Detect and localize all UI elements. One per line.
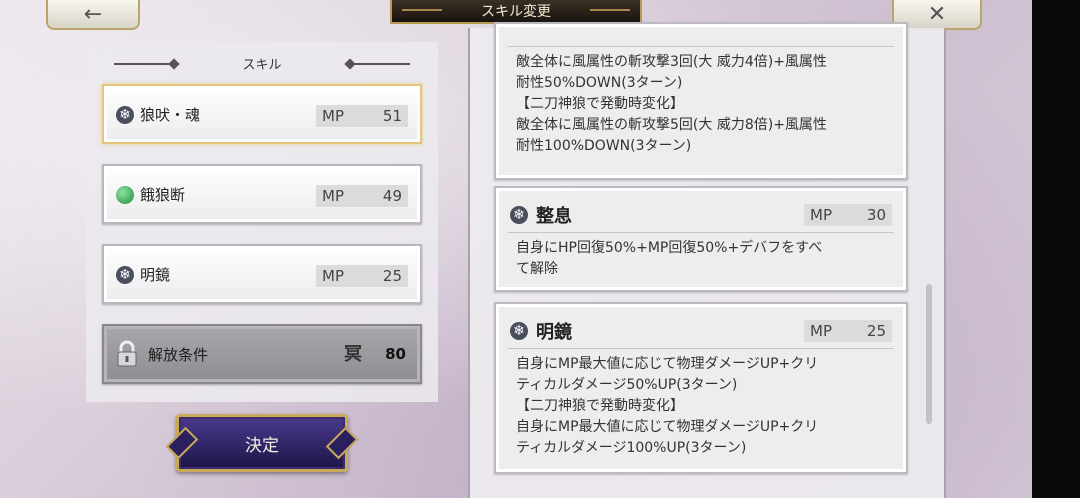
skill-item-locked[interactable]: 解放条件 冥 80 xyxy=(102,324,422,384)
skill-detail-card-meikyou: ❄ 明鏡 MP 25 自身にMP最大値に応じて物理ダメージUP+クリ ティカルダ… xyxy=(494,302,908,474)
mp-cost: MP 49 xyxy=(316,185,408,207)
unlock-cost-value: 80 xyxy=(385,345,406,363)
divider xyxy=(508,348,894,349)
screen-edge xyxy=(1032,0,1080,498)
skill-name: 明鏡 xyxy=(536,322,572,343)
scrollbar-thumb[interactable] xyxy=(926,284,932,424)
divider xyxy=(508,232,894,233)
snowflake-icon: ❄ xyxy=(116,266,134,284)
back-arrow-icon: ← xyxy=(83,1,103,27)
card-header: ❄ 明鏡 MP 25 xyxy=(508,318,894,344)
skill-description: 敵全体に風属性の斬攻撃3回(大 威力4倍)+風属性 耐性50%DOWN(3ターン… xyxy=(516,54,827,154)
close-icon: ✕ xyxy=(927,1,947,27)
leaf-orb-icon xyxy=(116,186,134,204)
currency-icon: 冥 xyxy=(344,344,362,365)
mp-value: 25 xyxy=(866,322,886,340)
skill-detail-card-1: 敵全体に風属性の斬攻撃3回(大 威力4倍)+風属性 耐性50%DOWN(3ターン… xyxy=(494,22,908,180)
snowflake-icon: ❄ xyxy=(510,206,528,224)
skill-item-garoudan[interactable]: 餓狼断 MP 49 xyxy=(102,164,422,224)
skill-name: 狼吠・魂 xyxy=(140,106,201,124)
skill-item-rouhai-kon[interactable]: ❄ 狼吠・魂 MP 51 xyxy=(102,84,422,144)
skill-list-panel: スキル ❄ 狼吠・魂 MP 51 餓狼断 MP 49 ❄ 明鏡 MP 25 解放… xyxy=(86,42,438,402)
snowflake-icon: ❄ xyxy=(510,322,528,340)
unlock-condition-label: 解放条件 xyxy=(148,346,209,364)
mp-value: 51 xyxy=(382,107,402,125)
divider xyxy=(508,46,894,47)
mp-cost: MP 51 xyxy=(316,105,408,127)
mp-cost: MP 25 xyxy=(804,320,892,342)
skill-name: 整息 xyxy=(536,206,572,227)
skill-description: 自身にHP回復50%+MP回復50%+デバフをすべ て解除 xyxy=(516,240,823,277)
lock-icon xyxy=(117,340,137,367)
snowflake-icon: ❄ xyxy=(116,106,134,124)
skill-item-meikyou[interactable]: ❄ 明鏡 MP 25 xyxy=(102,244,422,304)
skill-name: 餓狼断 xyxy=(140,186,186,204)
mp-label: MP xyxy=(810,322,832,340)
decide-button-label: 決定 xyxy=(245,435,279,456)
mp-value: 25 xyxy=(382,267,402,285)
mp-label: MP xyxy=(810,206,832,224)
decide-button[interactable]: 決定 xyxy=(176,414,348,472)
skill-name: 明鏡 xyxy=(140,266,171,284)
mp-value: 49 xyxy=(382,187,402,205)
back-button[interactable]: ← xyxy=(46,0,140,30)
skill-detail-panel[interactable]: 敵全体に風属性の斬攻撃3回(大 威力4倍)+風属性 耐性50%DOWN(3ターン… xyxy=(468,22,946,498)
page-title: スキル変更 xyxy=(390,0,642,24)
mp-label: MP xyxy=(322,107,344,125)
mp-value: 30 xyxy=(866,206,886,224)
mp-label: MP xyxy=(322,267,344,285)
mp-cost: MP 25 xyxy=(316,265,408,287)
mp-label: MP xyxy=(322,187,344,205)
skill-detail-card-seisoku: ❄ 整息 MP 30 自身にHP回復50%+MP回復50%+デバフをすべ て解除 xyxy=(494,186,908,292)
card-header: ❄ 整息 MP 30 xyxy=(508,202,894,228)
header-ornament-right xyxy=(350,63,410,65)
skill-description: 自身にMP最大値に応じて物理ダメージUP+クリ ティカルダメージ50%UP(3タ… xyxy=(516,356,819,456)
mp-cost: MP 30 xyxy=(804,204,892,226)
page-title-text: スキル変更 xyxy=(481,4,551,20)
